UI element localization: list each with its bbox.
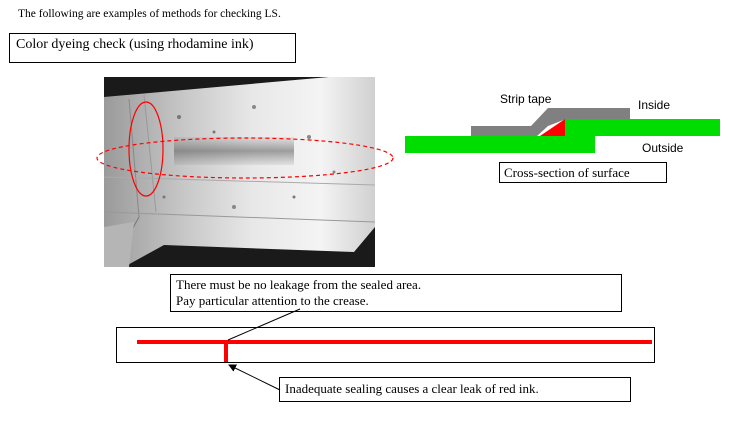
leak-arrow	[228, 364, 281, 391]
leak-diagram-box	[116, 327, 655, 363]
sealed-pouch-photo	[104, 77, 375, 267]
leak-note-box: Inadequate sealing causes a clear leak o…	[279, 377, 631, 402]
seal-note-line2: Pay particular attention to the crease.	[176, 293, 369, 308]
method-title: Color dyeing check (using rhodamine ink)	[16, 37, 254, 52]
seal-note-box: There must be no leakage from the sealed…	[170, 274, 622, 312]
intro-text: The following are examples of methods fo…	[18, 8, 281, 20]
method-title-box: Color dyeing check (using rhodamine ink)	[9, 33, 296, 63]
strip-tape-label: Strip tape	[500, 92, 552, 106]
outside-layer	[405, 136, 595, 153]
cross-section-caption-box: Cross-section of surface	[499, 162, 667, 183]
cross-section-caption: Cross-section of surface	[504, 165, 630, 180]
outside-label: Outside	[642, 141, 684, 155]
inside-layer	[565, 119, 720, 136]
inside-label: Inside	[638, 98, 671, 112]
leak-note: Inadequate sealing causes a clear leak o…	[285, 381, 539, 396]
seal-note-line1: There must be no leakage from the sealed…	[176, 277, 422, 292]
